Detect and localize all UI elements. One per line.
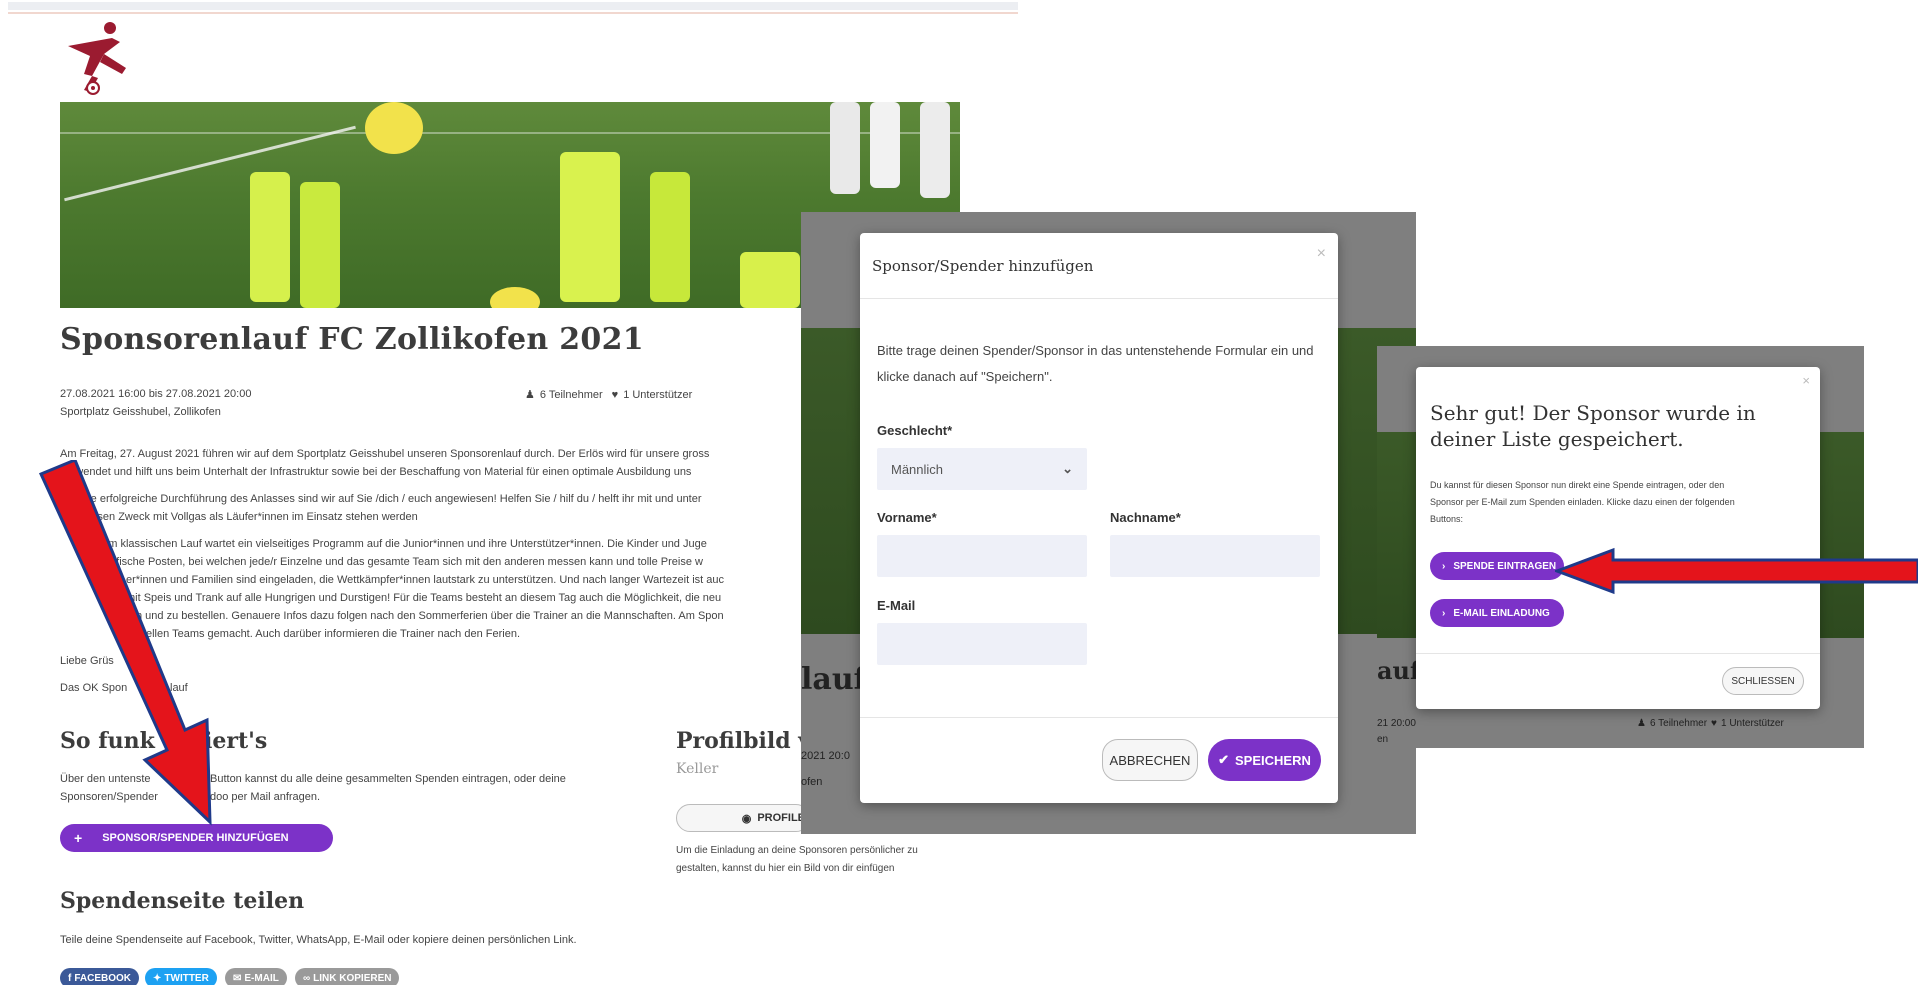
- chevron-down-icon: ⌄: [1062, 461, 1073, 476]
- email-field[interactable]: [877, 623, 1087, 665]
- modal-intro: klicke danach auf "Speichern".: [877, 369, 1053, 384]
- event-stats: ♟ 6 Teilnehmer ♥ 1 Unterstützer: [525, 388, 693, 402]
- annotation-arrow-down-icon: [38, 460, 212, 826]
- close-icon[interactable]: ×: [1802, 373, 1810, 388]
- share-text: Teile deine Spendenseite auf Facebook, T…: [60, 934, 577, 946]
- success-text: Du kannst für diesen Sponsor nun direkt …: [1430, 480, 1725, 490]
- top-divider: [8, 12, 1018, 14]
- club-logo[interactable]: [60, 20, 140, 98]
- check-icon: ✔: [1218, 752, 1230, 767]
- modal-intro: Bitte trage deinen Spender/Sponsor in da…: [877, 343, 1314, 358]
- supporters-count: 1 Unterstützer: [623, 388, 693, 401]
- chevron-right-icon: ›: [1442, 560, 1446, 572]
- person-icon: ♟: [1637, 718, 1646, 729]
- chevron-right-icon: ›: [1442, 607, 1446, 619]
- mail-icon: ✉: [233, 972, 242, 984]
- close-button[interactable]: SCHLIESSEN: [1722, 667, 1804, 695]
- participants-count: 6 Teilnehmer: [539, 388, 603, 401]
- success-title: Sehr gut! Der Sponsor wurde in: [1430, 401, 1756, 425]
- profile-hint: Um die Einladung an deine Sponsoren pers…: [676, 845, 918, 856]
- how-it-works-text: Button kannst du alle deine gesammelten …: [210, 773, 566, 785]
- add-sponsor-modal: Sponsor/Spender hinzufügen × Bitte trage…: [860, 233, 1338, 803]
- background-time-fragment: 21 20:00: [1377, 718, 1416, 729]
- gender-select[interactable]: Männlich ⌄: [877, 448, 1087, 490]
- event-title: Sponsorenlauf FC Zollikofen 2021: [60, 322, 644, 357]
- save-button[interactable]: ✔ SPEICHERN: [1208, 739, 1321, 781]
- lastname-field[interactable]: [1110, 535, 1320, 577]
- background-stats: ♟ 6 Teilnehmer ♥ 1 Unterstützer: [1637, 718, 1784, 729]
- lastname-label: Nachname*: [1110, 510, 1181, 525]
- event-date: 27.08.2021 16:00 bis 27.08.2021 20:00: [60, 388, 252, 400]
- email-invite-button[interactable]: › E-MAIL EINLADUNG: [1430, 599, 1564, 627]
- copy-link-button[interactable]: ∞ LINK KOPIEREN: [295, 968, 400, 985]
- twitter-share-button[interactable]: ✦ TWITTER: [145, 968, 217, 985]
- background-title-fragment: lauf: [801, 662, 867, 697]
- camera-icon: ◉: [741, 812, 752, 825]
- background-time-fragment: 2021 20:0: [801, 750, 850, 762]
- profile-heading: Profilbild v: [676, 728, 812, 754]
- profile-hint: gestalten, kannst du hier ein Bild von d…: [676, 863, 895, 874]
- background-title-fragment: auf: [1377, 656, 1421, 685]
- plus-icon: +: [74, 830, 83, 846]
- profile-upload-button[interactable]: ◉ PROFILE: [676, 804, 810, 832]
- heart-icon: ♥: [1711, 718, 1717, 729]
- modal-title: Sponsor/Spender hinzufügen: [872, 257, 1094, 275]
- facebook-icon: f: [68, 972, 72, 984]
- facebook-share-button[interactable]: f FACEBOOK: [60, 968, 140, 985]
- success-text: Buttons:: [1430, 514, 1464, 524]
- success-text: Sponsor per E-Mail zum Spenden einladen.…: [1430, 497, 1735, 507]
- firstname-field[interactable]: [877, 535, 1087, 577]
- success-title: deiner Liste gespeichert.: [1430, 427, 1684, 451]
- person-icon: ♟: [525, 389, 535, 401]
- close-icon[interactable]: ×: [1317, 245, 1326, 263]
- top-nav-bar: [8, 2, 1018, 10]
- cancel-button[interactable]: ABBRECHEN: [1102, 739, 1198, 781]
- firstname-label: Vorname*: [877, 510, 937, 525]
- share-heading: Spendenseite teilen: [60, 888, 305, 914]
- link-icon: ∞: [303, 972, 311, 984]
- email-share-button[interactable]: ✉ E-MAIL: [225, 968, 287, 985]
- event-location: Sportplatz Geisshubel, Zollikofen: [60, 406, 221, 418]
- gender-label: Geschlecht*: [877, 423, 953, 438]
- background-place-fragment: ofen: [801, 776, 823, 788]
- profile-name: Keller: [676, 761, 719, 777]
- email-label: E-Mail: [877, 598, 916, 613]
- sponsor-saved-modal: × Sehr gut! Der Sponsor wurde in deiner …: [1416, 367, 1820, 709]
- twitter-icon: ✦: [153, 972, 162, 984]
- heart-icon: ♥: [611, 388, 619, 401]
- enter-donation-button[interactable]: › SPENDE EINTRAGEN: [1430, 552, 1564, 580]
- background-place-fragment: en: [1377, 734, 1389, 745]
- annotation-arrow-left-icon: [1555, 547, 1918, 595]
